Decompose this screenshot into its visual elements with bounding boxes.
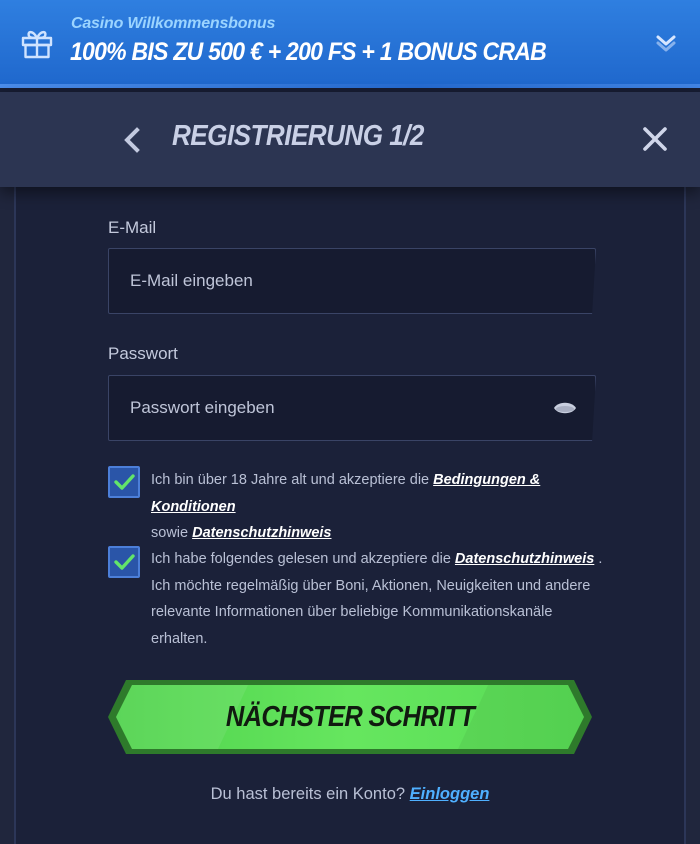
close-icon[interactable] <box>640 124 670 154</box>
next-step-label: NÄCHSTER SCHRITT <box>225 700 475 733</box>
modal-title: REGISTRIERUNG 1/2 <box>172 120 424 152</box>
terms-text-middle: sowie <box>151 525 193 541</box>
gift-icon <box>21 30 53 59</box>
email-field[interactable] <box>109 249 595 313</box>
login-prompt-row: Du hast bereits ein Konto? Einloggen <box>0 785 700 804</box>
checkmark-icon <box>114 474 135 490</box>
marketing-text-before: Ich habe folgendes gelesen und akzeptier… <box>151 551 455 567</box>
email-label: E-Mail <box>108 218 157 237</box>
email-field-wrapper <box>108 248 596 314</box>
checkmark-icon <box>114 554 135 570</box>
privacy-link[interactable]: Datenschutzhinweis <box>192 525 331 541</box>
eye-icon[interactable] <box>553 400 577 416</box>
marketing-checkbox[interactable] <box>108 546 140 578</box>
terms-checkbox[interactable] <box>108 466 140 498</box>
login-prompt-text: Du hast bereits ein Konto? <box>210 785 406 803</box>
marketing-consent-text: Ich habe folgendes gelesen und akzeptier… <box>151 546 611 652</box>
password-label: Passwort <box>108 344 178 363</box>
password-field[interactable] <box>109 376 595 440</box>
bonus-subtitle: Casino Willkommensbonus <box>71 15 276 32</box>
next-step-button[interactable]: NÄCHSTER SCHRITT <box>108 680 592 754</box>
privacy-link[interactable]: Datenschutzhinweis <box>455 551 594 567</box>
bonus-banner[interactable]: Casino Willkommensbonus 100% BIS ZU 500 … <box>0 0 700 88</box>
terms-consent-text: Ich bin über 18 Jahre alt und akzeptiere… <box>151 467 611 547</box>
terms-text-before: Ich bin über 18 Jahre alt und akzeptiere… <box>151 472 434 488</box>
chevron-left-icon[interactable] <box>120 126 144 154</box>
background-left <box>0 185 14 844</box>
chevron-down-icon[interactable] <box>654 32 678 52</box>
bonus-title: 100% BIS ZU 500 € + 200 FS + 1 BONUS CRA… <box>70 38 547 66</box>
password-field-wrapper <box>108 375 596 441</box>
modal-header: REGISTRIERUNG 1/2 <box>0 92 700 187</box>
background-right <box>686 185 700 844</box>
login-link[interactable]: Einloggen <box>410 785 490 803</box>
